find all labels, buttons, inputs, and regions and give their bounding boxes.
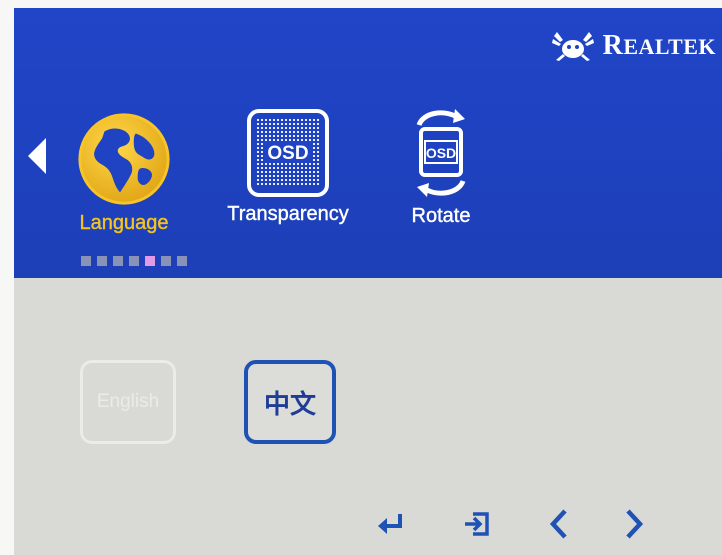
pager-dot [177,256,187,266]
menu-pager [81,256,187,266]
realtek-crab-logo-icon [551,32,594,61]
svg-text:OSD: OSD [426,145,456,161]
globe-icon [78,113,170,205]
chevron-left-icon [549,509,567,539]
option-english[interactable]: English [80,360,176,444]
menu-item-label: Language [79,212,169,234]
enter-icon [378,514,402,534]
pager-dot [81,256,91,266]
exit-button[interactable] [455,504,499,544]
osd-screen: REALTEK Language OSD Transparency OSD Ro… [0,0,722,555]
menu-item-language[interactable]: Language [64,110,184,235]
pager-dot-active [145,256,155,266]
enter-button[interactable] [369,504,413,544]
option-label: English [96,391,160,412]
brand-name: REALTEK [602,30,716,61]
prev-button[interactable] [537,504,581,544]
svg-text:OSD: OSD [267,143,308,164]
pager-dot [129,256,139,266]
menu-item-label: Transparency [227,203,349,225]
menu-prev-arrow-icon[interactable] [28,138,46,174]
exit-icon [465,512,489,536]
menu-item-label: Rotate [411,205,471,227]
option-label: 中文 [263,389,316,420]
pager-dot [161,256,171,266]
osd-transparency-icon: OSD [247,109,329,197]
next-button[interactable] [612,504,656,544]
pager-dot [113,256,123,266]
brand: REALTEK [551,30,716,62]
chevron-right-icon [626,509,644,539]
menu-item-transparency[interactable]: OSD Transparency [208,107,368,226]
osd-rotate-icon: OSD [416,109,466,197]
option-chinese[interactable]: 中文 [244,360,336,444]
pager-dot [97,256,107,266]
menu-item-rotate[interactable]: OSD Rotate [396,105,486,228]
